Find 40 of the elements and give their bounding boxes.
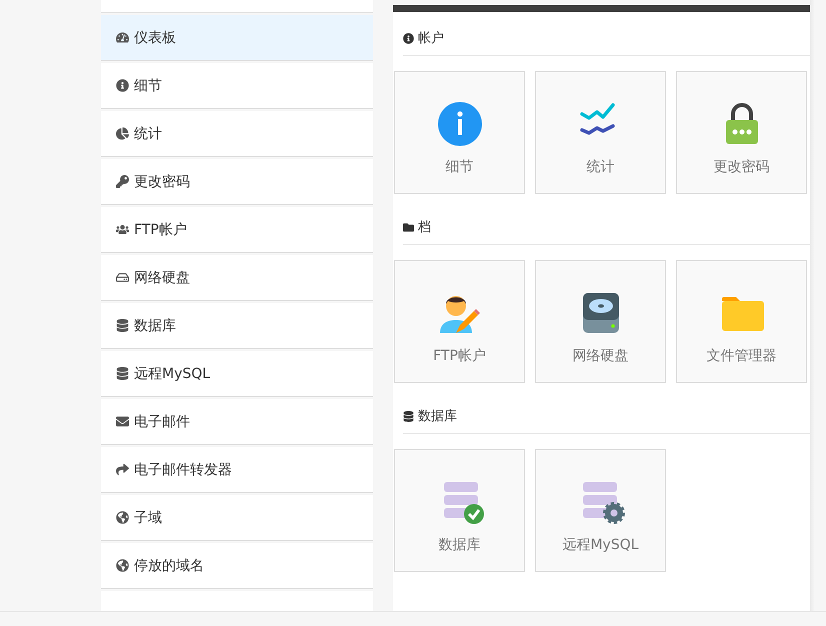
sidebar-item[interactable]: 网络硬盘 (101, 255, 373, 301)
sidebar-item[interactable]: 电子邮件转发器 (101, 447, 373, 493)
info-icon (436, 100, 484, 148)
info-icon (403, 32, 414, 44)
folder-icon (403, 222, 414, 232)
tool-tile[interactable]: FTP帐户 (394, 260, 525, 383)
sidebar-item[interactable] (101, 0, 373, 13)
database-icon (116, 367, 129, 380)
sidebar-item[interactable]: 更改密码 (101, 159, 373, 205)
tool-tile[interactable]: 更改密码 (676, 71, 807, 194)
sidebar-item[interactable]: 远程MySQL (101, 351, 373, 397)
pie-chart-icon (116, 127, 129, 140)
tool-tile[interactable]: 远程MySQL (535, 449, 666, 572)
drive-icon (116, 271, 129, 284)
tool-tile[interactable]: 统计 (535, 71, 666, 194)
users-icon (116, 223, 129, 236)
tool-tile[interactable]: 细节 (394, 71, 525, 194)
sidebar-item[interactable]: FTP帐户 (101, 207, 373, 253)
globe-icon (116, 559, 129, 572)
sidebar-item[interactable]: 子域 (101, 495, 373, 541)
info-icon (116, 79, 129, 92)
tool-tile[interactable]: 文件管理器 (676, 260, 807, 383)
section-title: 帐户 (418, 30, 444, 47)
sidebar-item[interactable]: 仪表板 (101, 15, 373, 61)
section-title: 档 (418, 219, 431, 236)
tool-tile[interactable]: 数据库 (394, 449, 525, 572)
database-icon (403, 410, 414, 422)
dashboard-icon (116, 31, 129, 44)
share-arrow-icon (116, 463, 129, 476)
globe-icon (116, 511, 129, 524)
sidebar-item[interactable]: 电子邮件 (101, 399, 373, 445)
section-title: 数据库 (418, 408, 457, 425)
key-icon (116, 175, 129, 188)
tool-tile[interactable]: 网络硬盘 (535, 260, 666, 383)
sidebar-item[interactable]: 细节 (101, 63, 373, 109)
envelope-icon (116, 415, 129, 428)
sidebar-item[interactable]: 统计 (101, 111, 373, 157)
sidebar-item[interactable]: 数据库 (101, 303, 373, 349)
database-icon (116, 319, 129, 332)
sidebar-item[interactable]: 停放的域名 (101, 543, 373, 589)
